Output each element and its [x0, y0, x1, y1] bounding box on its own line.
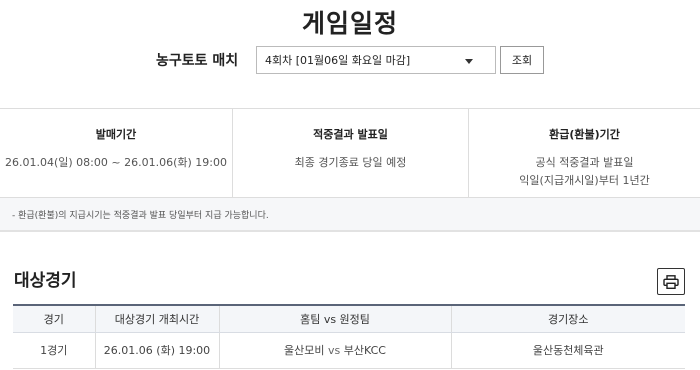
col-header-game: 경기 — [13, 304, 95, 333]
table-row: 1경기 26.01.06 (화) 19:00 울산모비 vs 부산KCC 울산동… — [13, 332, 685, 369]
cell-teams: 울산모비 vs 부산KCC — [218, 332, 451, 369]
refund-notice: - 환급(환불)의 지급시기는 적중결과 발표 당일부터 지급 가능합니다. — [0, 198, 700, 232]
announce-heading: 적중결과 발표일 — [313, 128, 388, 141]
refund-line1: 공식 적중결과 발표일 — [535, 156, 634, 169]
announce-col: 적중결과 발표일 최종 경기종료 당일 예정 — [232, 109, 468, 197]
print-button[interactable] — [657, 268, 685, 295]
col-header-time: 대상경기 개최시간 — [94, 304, 219, 333]
round-select-value: 4회차 [01월06일 화요일 마감] — [265, 54, 411, 67]
search-button[interactable]: 조회 — [500, 46, 544, 74]
match-selector: 농구토토 매치 4회차 [01월06일 화요일 마감] 조회 — [156, 46, 544, 74]
sale-period-value: 26.01.04(일) 08:00 ~ 26.01.06(화) 19:00 — [5, 156, 227, 169]
refund-line2: 익일(지급개시일)부터 1년간 — [519, 174, 650, 187]
table-header-row: 경기 대상경기 개최시간 홈팀 vs 원정팀 경기장소 — [13, 304, 685, 333]
vs-label: vs — [328, 344, 341, 357]
col-header-teams: 홈팀 vs 원정팀 — [218, 304, 451, 333]
refund-col: 환급(환불)기간 공식 적중결과 발표일 익일(지급개시일)부터 1년간 — [468, 109, 700, 197]
col-header-venue: 경기장소 — [450, 304, 685, 333]
match-selector-label: 농구토토 매치 — [156, 53, 239, 69]
cell-time: 26.01.06 (화) 19:00 — [94, 332, 219, 369]
cell-game: 1경기 — [13, 332, 95, 369]
refund-heading: 환급(환불)기간 — [549, 128, 620, 141]
page-title: 게임일정 — [301, 9, 398, 38]
announce-value: 최종 경기종료 당일 예정 — [294, 156, 407, 169]
printer-icon — [663, 274, 679, 289]
cell-venue: 울산동천체육관 — [450, 332, 685, 369]
info-panel: 발매기간 26.01.04(일) 08:00 ~ 26.01.06(화) 19:… — [0, 108, 700, 198]
section-title: 대상경기 — [14, 271, 77, 291]
away-team: 부산KCC — [343, 344, 386, 357]
sale-period-col: 발매기간 26.01.04(일) 08:00 ~ 26.01.06(화) 19:… — [0, 109, 232, 197]
match-table: 경기 대상경기 개최시간 홈팀 vs 원정팀 경기장소 1경기 26.01.06… — [13, 304, 685, 369]
round-select[interactable]: 4회차 [01월06일 화요일 마감] — [256, 46, 496, 74]
chevron-down-icon — [465, 59, 473, 64]
home-team: 울산모비 — [284, 344, 325, 357]
sale-period-heading: 발매기간 — [95, 128, 137, 141]
